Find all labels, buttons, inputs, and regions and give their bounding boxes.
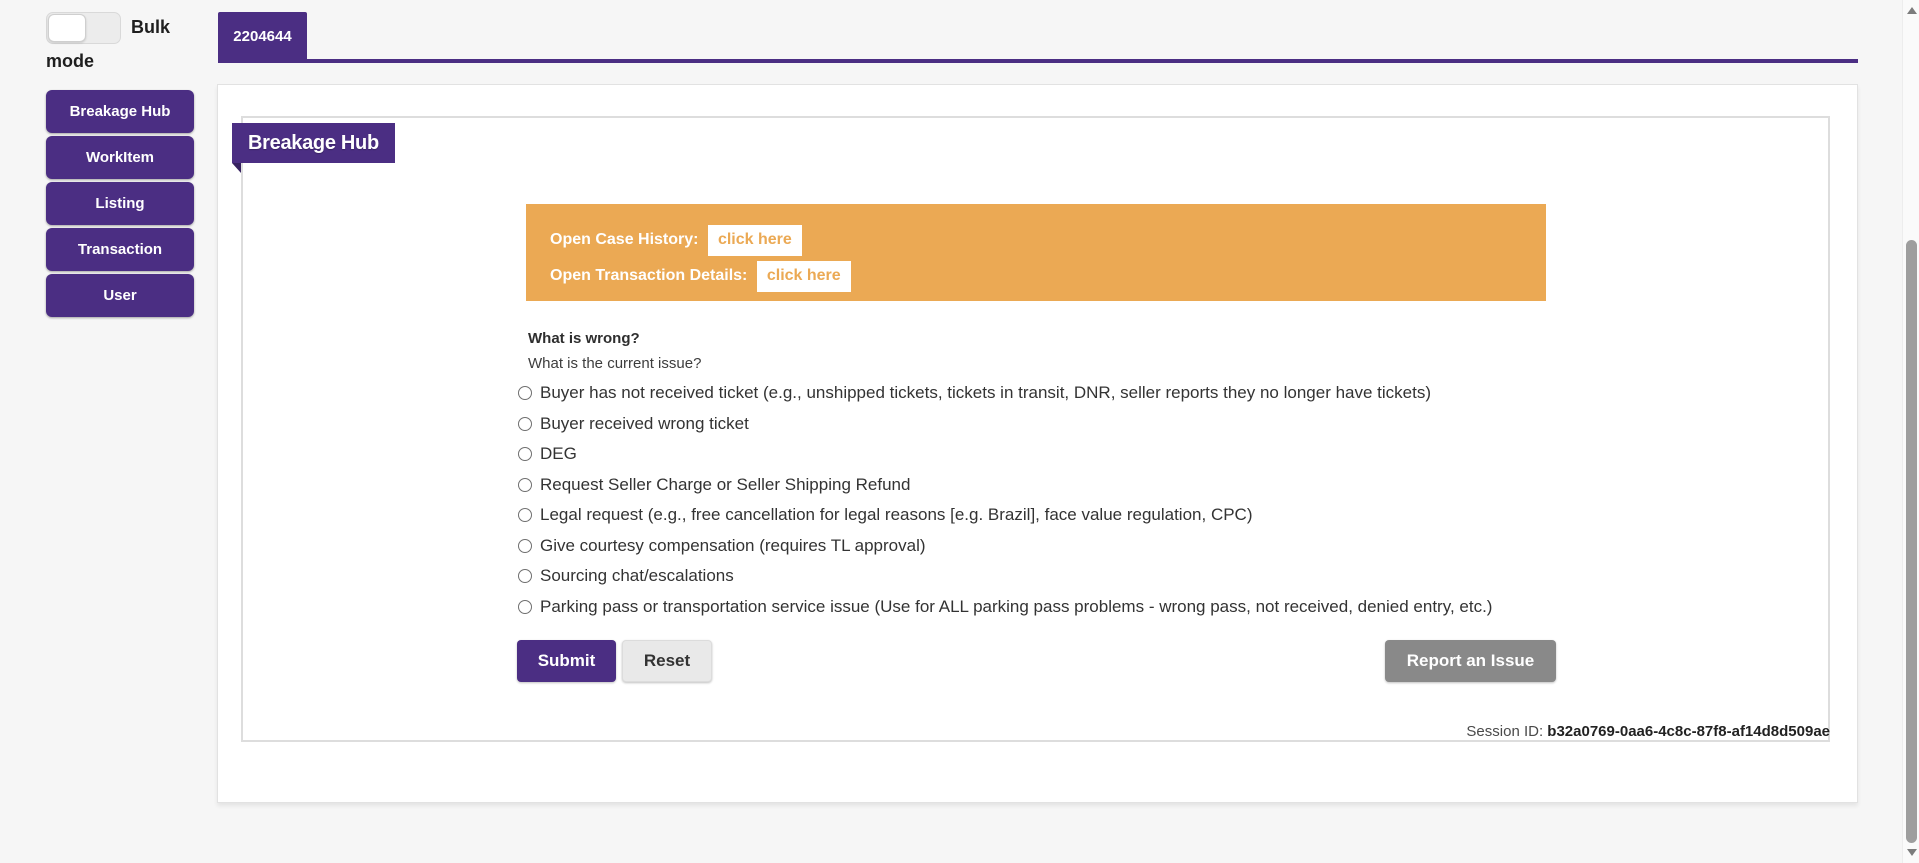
radio-label[interactable]: Give courtesy compensation (requires TL … <box>540 531 926 562</box>
radio-button[interactable] <box>518 508 532 523</box>
session-id-label: Session ID: <box>1466 723 1544 740</box>
bulk-mode-row: Bulk mode <box>46 10 196 78</box>
sidebar: Bulk mode Breakage Hub WorkItem Listing … <box>46 10 196 320</box>
transaction-details-link[interactable]: click here <box>756 261 851 292</box>
issue-options-group: Buyer has not received ticket (e.g., uns… <box>518 378 1492 622</box>
report-issue-button[interactable]: Report an Issue <box>1385 640 1556 682</box>
scrollbar-thumb[interactable] <box>1906 240 1917 843</box>
transaction-details-row: Open Transaction Details: click here <box>550 261 1546 292</box>
scroll-up-icon[interactable] <box>1907 7 1917 14</box>
sidebar-item-breakage-hub[interactable]: Breakage Hub <box>46 90 194 134</box>
radio-option-wrong-ticket[interactable]: Buyer received wrong ticket <box>518 409 1492 440</box>
session-id-value: b32a0769-0aa6-4c8c-87f8-af14d8d509ae <box>1547 723 1830 740</box>
scrollbar[interactable] <box>1902 0 1919 863</box>
tab-case-number[interactable]: 2204644 <box>218 12 307 59</box>
transaction-details-label: Open Transaction Details: <box>550 267 748 284</box>
radio-option-deg[interactable]: DEG <box>518 439 1492 470</box>
radio-label[interactable]: Legal request (e.g., free cancellation f… <box>540 500 1253 531</box>
case-history-row: Open Case History: click here <box>550 225 1546 256</box>
radio-button[interactable] <box>518 447 532 462</box>
radio-button[interactable] <box>518 538 532 553</box>
notice-banner: Open Case History: click here Open Trans… <box>526 204 1546 301</box>
sidebar-item-user[interactable]: User <box>46 274 194 318</box>
scroll-down-icon[interactable] <box>1907 849 1917 856</box>
radio-option-parking-pass[interactable]: Parking pass or transportation service i… <box>518 592 1492 623</box>
session-id: Session ID: b32a0769-0aa6-4c8c-87f8-af14… <box>1466 723 1830 740</box>
radio-label[interactable]: Buyer received wrong ticket <box>540 409 749 440</box>
toggle-knob <box>48 14 86 43</box>
radio-label[interactable]: Buyer has not received ticket (e.g., uns… <box>540 378 1431 409</box>
ribbon-fold <box>232 163 241 173</box>
submit-button[interactable]: Submit <box>517 640 616 682</box>
sidebar-item-transaction[interactable]: Transaction <box>46 228 194 272</box>
radio-button[interactable] <box>518 477 532 492</box>
radio-button[interactable] <box>518 599 532 614</box>
radio-button[interactable] <box>518 569 532 584</box>
question-title: What is wrong? <box>528 330 640 347</box>
radio-option-seller-charge-refund[interactable]: Request Seller Charge or Seller Shipping… <box>518 470 1492 501</box>
radio-label[interactable]: Sourcing chat/escalations <box>540 561 734 592</box>
radio-label[interactable]: Request Seller Charge or Seller Shipping… <box>540 470 910 501</box>
sidebar-item-workitem[interactable]: WorkItem <box>46 136 194 180</box>
radio-button[interactable] <box>518 386 532 401</box>
radio-option-sourcing-chat[interactable]: Sourcing chat/escalations <box>518 561 1492 592</box>
radio-button[interactable] <box>518 416 532 431</box>
bulk-mode-toggle[interactable] <box>46 12 121 45</box>
page-title: Breakage Hub <box>232 123 395 163</box>
radio-label[interactable]: Parking pass or transportation service i… <box>540 592 1492 623</box>
radio-label[interactable]: DEG <box>540 439 577 470</box>
reset-button[interactable]: Reset <box>622 640 712 682</box>
sidebar-item-listing[interactable]: Listing <box>46 182 194 226</box>
radio-option-courtesy-compensation[interactable]: Give courtesy compensation (requires TL … <box>518 531 1492 562</box>
case-history-link[interactable]: click here <box>707 225 802 256</box>
radio-option-buyer-not-received[interactable]: Buyer has not received ticket (e.g., uns… <box>518 378 1492 409</box>
tab-underline <box>218 59 1858 63</box>
radio-option-legal-request[interactable]: Legal request (e.g., free cancellation f… <box>518 500 1492 531</box>
question-subtitle: What is the current issue? <box>528 355 702 372</box>
case-history-label: Open Case History: <box>550 231 699 248</box>
